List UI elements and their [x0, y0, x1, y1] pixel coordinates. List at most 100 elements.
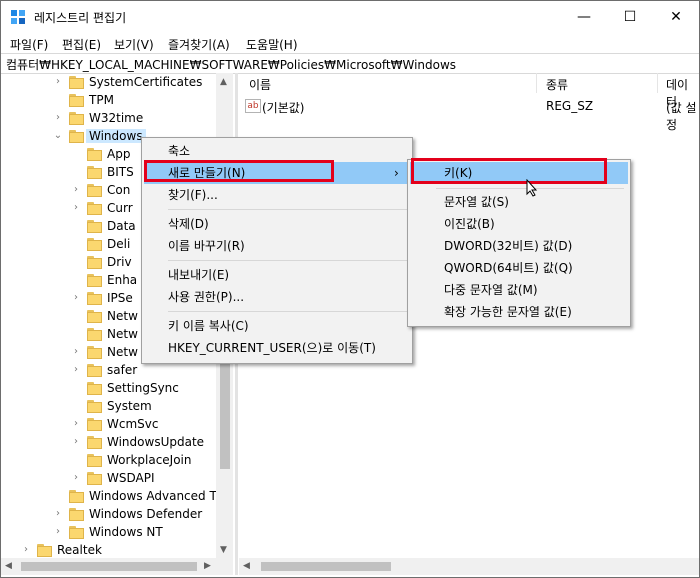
folder-icon [69, 508, 85, 521]
menu-file[interactable]: 파일(F) [10, 36, 48, 53]
tree-node[interactable]: › SystemCertificates [1, 74, 216, 92]
tree-node-label: W32time [89, 111, 144, 125]
tree-node-label: Con [107, 183, 131, 197]
expand-chevron-icon[interactable]: › [71, 184, 81, 195]
ctx-delete[interactable]: 삭제(D) [144, 213, 410, 235]
tree-node[interactable]: SettingSync [1, 380, 216, 398]
tree-node-label: Netw [107, 309, 138, 323]
folder-icon [87, 472, 103, 485]
sub-qword-value[interactable]: QWORD(64비트) 값(Q) [410, 257, 628, 279]
close-button[interactable]: ✕ [653, 1, 699, 33]
menu-help[interactable]: 도움말(H) [246, 36, 298, 53]
tree-node[interactable]: System [1, 398, 216, 416]
annotation-highlight-key [411, 158, 607, 184]
ctx-export[interactable]: 내보내기(E) [144, 264, 410, 286]
folder-icon [87, 382, 103, 395]
expand-chevron-icon[interactable]: › [71, 472, 81, 483]
column-header-name[interactable]: 이름 [249, 76, 271, 93]
menu-edit[interactable]: 편집(E) [62, 36, 101, 53]
tree-node-label: Curr [107, 201, 133, 215]
folder-icon [87, 328, 103, 341]
menu-favorites[interactable]: 즐겨찾기(A) [168, 36, 230, 53]
address-bar[interactable]: 컴퓨터₩HKEY_LOCAL_MACHINE₩SOFTWARE₩Policies… [1, 53, 699, 74]
folder-icon [69, 112, 85, 125]
tree-node-label: Windows Defender [89, 507, 203, 521]
sub-string-value[interactable]: 문자열 값(S) [410, 191, 628, 213]
expand-chevron-icon[interactable]: › [71, 292, 81, 303]
registry-editor-window: 레지스트리 편집기 — ☐ ✕ 파일(F) 편집(E) 보기(V) 즐겨찾기(A… [0, 0, 700, 578]
scroll-down-arrow-icon[interactable]: ▼ [220, 545, 227, 555]
expand-chevron-icon[interactable]: › [53, 112, 63, 123]
sub-dword-value[interactable]: DWORD(32비트) 값(D) [410, 235, 628, 257]
column-divider[interactable] [657, 73, 658, 93]
tree-node[interactable]: › safer [1, 362, 216, 380]
tree-node-label: Deli [107, 237, 131, 251]
folder-icon [37, 544, 53, 557]
tree-node-label: SystemCertificates [89, 75, 203, 89]
scroll-right-arrow-icon[interactable]: ▶ [204, 561, 211, 571]
tree-node[interactable]: › Realtek [1, 542, 216, 558]
scroll-up-arrow-icon[interactable]: ▲ [220, 77, 227, 87]
collapse-chevron-icon[interactable]: ⌄ [53, 130, 63, 141]
expand-chevron-icon[interactable]: › [53, 508, 63, 519]
folder-icon [87, 400, 103, 413]
tree-node-label: Windows [86, 129, 146, 143]
tree-node-label: Realtek [57, 543, 102, 557]
tree-node[interactable]: TPM [1, 92, 216, 110]
expand-chevron-icon[interactable]: › [53, 526, 63, 537]
sub-expandable-string-value[interactable]: 확장 가능한 문자열 값(E) [410, 301, 628, 323]
sub-multi-string-value[interactable]: 다중 문자열 값(M) [410, 279, 628, 301]
ctx-collapse[interactable]: 축소 [144, 140, 410, 162]
tree-node-label: TPM [89, 93, 114, 107]
sub-binary-value[interactable]: 이진값(B) [410, 213, 628, 235]
regedit-app-icon [11, 10, 25, 24]
tree-node-label: WcmSvc [107, 417, 159, 431]
tree-node-label: WindowsUpdate [107, 435, 205, 449]
tree-node[interactable]: › WcmSvc [1, 416, 216, 434]
folder-icon [69, 130, 85, 143]
ctx-permissions[interactable]: 사용 권한(P)... [144, 286, 410, 308]
expand-chevron-icon[interactable]: › [71, 418, 81, 429]
folder-icon [87, 454, 103, 467]
menu-view[interactable]: 보기(V) [114, 36, 154, 53]
expand-chevron-icon[interactable]: › [53, 76, 63, 87]
new-submenu: 키(K) 문자열 값(S) 이진값(B) DWORD(32비트) 값(D) QW… [407, 159, 631, 327]
tree-node[interactable]: › W32time [1, 110, 216, 128]
minimize-button[interactable]: — [561, 1, 607, 33]
tree-node[interactable]: Windows Advanced Thr [1, 488, 229, 506]
ctx-find[interactable]: 찾기(F)... [144, 184, 410, 206]
column-header-type[interactable]: 종류 [546, 76, 568, 93]
tree-node-label: safer [107, 363, 138, 377]
list-hscroll-thumb[interactable] [261, 562, 391, 571]
expand-chevron-icon[interactable]: › [71, 436, 81, 447]
expand-chevron-icon[interactable]: › [71, 346, 81, 357]
value-row[interactable]: ab (기본값) REG_SZ (값 설정 [239, 99, 699, 132]
tree-node-label: Driv [107, 255, 132, 269]
tree-scroll-thumb[interactable] [220, 357, 230, 469]
scroll-left-arrow-icon[interactable]: ◀ [243, 561, 250, 571]
address-path[interactable]: 컴퓨터₩HKEY_LOCAL_MACHINE₩SOFTWARE₩Policies… [6, 56, 456, 73]
expand-chevron-icon[interactable]: › [71, 202, 81, 213]
maximize-button[interactable]: ☐ [607, 1, 653, 33]
window-title: 레지스트리 편집기 [34, 11, 127, 25]
ctx-goto-hkcu[interactable]: HKEY_CURRENT_USER(으)로 이동(T) [144, 337, 410, 359]
tree-node-label: Windows Advanced Thr [89, 489, 230, 503]
folder-icon [87, 238, 103, 251]
tree-node[interactable]: › WSDAPI [1, 470, 216, 488]
tree-node[interactable]: › Windows NT [1, 524, 216, 542]
menu-separator [168, 260, 408, 261]
tree-node[interactable]: › WindowsUpdate [1, 434, 216, 452]
folder-icon [69, 94, 85, 107]
column-divider[interactable] [536, 73, 537, 93]
tree-node[interactable]: WorkplaceJoin [1, 452, 216, 470]
tree-node[interactable]: › Windows Defender [1, 506, 216, 524]
scroll-left-arrow-icon[interactable]: ◀ [5, 561, 12, 571]
ctx-rename[interactable]: 이름 바꾸기(R) [144, 235, 410, 257]
tree-node-label: WorkplaceJoin [107, 453, 192, 467]
expand-chevron-icon[interactable]: › [71, 364, 81, 375]
menu-bar: 파일(F) 편집(E) 보기(V) 즐겨찾기(A) 도움말(H) [1, 33, 699, 53]
expand-chevron-icon[interactable]: › [21, 544, 31, 555]
tree-hscroll-thumb[interactable] [21, 562, 197, 571]
tree-node-label: WSDAPI [107, 471, 155, 485]
ctx-copy-key-name[interactable]: 키 이름 복사(C) [144, 315, 410, 337]
